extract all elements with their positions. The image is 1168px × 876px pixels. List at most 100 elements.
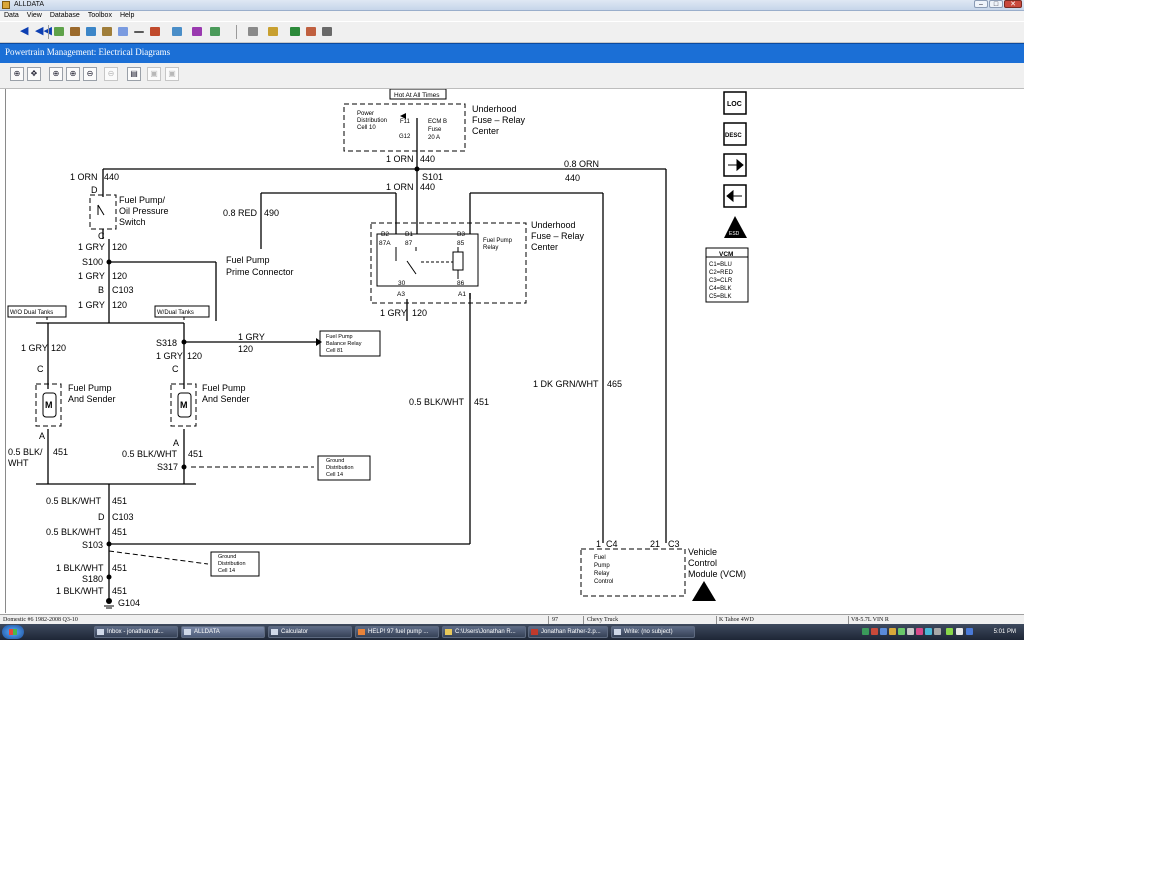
svg-text:C103: C103	[112, 285, 134, 295]
svg-text:S103: S103	[82, 540, 103, 550]
svg-text:ESD: ESD	[729, 231, 740, 237]
svg-text:1 BLK/WHT: 1 BLK/WHT	[56, 586, 104, 596]
tray-icon[interactable]	[880, 628, 887, 635]
zoom-region-icon: ⊕	[69, 69, 77, 78]
taskbar-item-firefox[interactable]: HELP! 97 fuel pump ...	[355, 626, 439, 638]
svg-text:Ground: Ground	[326, 458, 344, 464]
paste-button[interactable]: ▣	[165, 67, 179, 81]
svg-text:0.5 BLK/: 0.5 BLK/	[8, 447, 43, 457]
menu-data[interactable]: Data	[0, 11, 23, 21]
line-icon	[134, 31, 144, 33]
save-button[interactable]	[266, 24, 280, 39]
tools-icon	[102, 27, 112, 36]
tray-icon[interactable]	[934, 628, 941, 635]
estimate-button[interactable]	[208, 24, 222, 39]
close-button[interactable]: ✕	[1004, 0, 1022, 8]
svg-text:Cell 14: Cell 14	[218, 568, 235, 574]
svg-text:B2: B2	[381, 231, 389, 238]
zoom-disabled-button[interactable]: ⊖	[104, 67, 118, 81]
menu-database[interactable]: Database	[46, 11, 84, 21]
tray-icon[interactable]	[898, 628, 905, 635]
notes-button[interactable]	[84, 24, 98, 39]
volume-icon[interactable]	[956, 628, 963, 635]
svg-text:Power: Power	[357, 111, 374, 117]
svg-text:1 ORN: 1 ORN	[386, 182, 414, 192]
taskbar-item-explorer[interactable]: C:\Users\Jonathan R...	[442, 626, 526, 638]
next-page-button[interactable]	[723, 153, 747, 177]
menu-view[interactable]: View	[23, 11, 46, 21]
svg-text:Fuel Pump/: Fuel Pump/	[119, 195, 166, 205]
pan-button[interactable]: ✥	[27, 67, 41, 81]
alldata-icon	[184, 629, 191, 635]
paste-icon: ▣	[168, 69, 176, 78]
zoom-window-button[interactable]: ⊕	[49, 67, 63, 81]
svg-text:440: 440	[420, 154, 435, 164]
zoom-out-button[interactable]: ⊖	[83, 67, 97, 81]
zoom-region-button[interactable]: ⊕	[66, 67, 80, 81]
tray-icon[interactable]	[907, 628, 914, 635]
minimize-button[interactable]: –	[974, 0, 988, 8]
svg-text:Pump: Pump	[594, 563, 610, 569]
svg-text:1 GRY: 1 GRY	[78, 242, 105, 252]
line-button[interactable]	[132, 24, 146, 39]
book-button[interactable]	[148, 24, 162, 39]
copy-button[interactable]: ▣	[147, 67, 161, 81]
svg-text:S100: S100	[82, 257, 103, 267]
svg-text:120: 120	[112, 271, 127, 281]
network-icon[interactable]	[946, 628, 953, 635]
start-button[interactable]	[2, 625, 24, 639]
svg-text:1 GRY: 1 GRY	[380, 308, 407, 318]
tray-icon[interactable]	[925, 628, 932, 635]
diagram-viewport[interactable]: Hot At All Times Power Distribution Cell…	[5, 89, 1024, 613]
tray-icon[interactable]	[871, 628, 878, 635]
bluetooth-icon[interactable]	[966, 628, 973, 635]
tray-icon[interactable]	[889, 628, 896, 635]
svg-text:Control: Control	[594, 579, 613, 585]
save-icon	[268, 27, 278, 36]
loc-button[interactable]: LOC	[723, 91, 747, 115]
print-button[interactable]	[246, 24, 260, 39]
section-title: Powertrain Management: Electrical Diagra…	[5, 47, 171, 57]
svg-text:And Sender: And Sender	[202, 394, 250, 404]
previous-page-button[interactable]	[723, 184, 747, 208]
database-button[interactable]	[190, 24, 204, 39]
search-button[interactable]	[68, 24, 82, 39]
system-clock[interactable]: 5:01 PM	[994, 624, 1016, 640]
maximize-button[interactable]: □	[989, 0, 1003, 8]
back-button[interactable]: ◀	[18, 24, 32, 39]
refresh-icon	[54, 27, 64, 36]
taskbar-item-alldata[interactable]: ALLDATA	[181, 626, 265, 638]
tools-button[interactable]	[100, 24, 114, 39]
help-button[interactable]	[288, 24, 302, 39]
find-button[interactable]	[304, 24, 318, 39]
first-button[interactable]: ◀◀	[33, 24, 52, 39]
svg-text:120: 120	[112, 242, 127, 252]
svg-text:490: 490	[264, 208, 279, 218]
taskbar-item-write[interactable]: Write: (no subject)	[611, 626, 695, 638]
menu-help[interactable]: Help	[116, 11, 138, 21]
print-diagram-button[interactable]: ▤	[127, 67, 141, 81]
tray-icon[interactable]	[916, 628, 923, 635]
refresh-button[interactable]	[52, 24, 66, 39]
svg-text:451: 451	[112, 563, 127, 573]
check-button[interactable]	[170, 24, 184, 39]
tsb-button[interactable]	[116, 24, 130, 39]
esd-button[interactable]: ESD	[724, 216, 747, 238]
desc-button[interactable]: DESC	[723, 122, 747, 146]
svg-text:Distribution: Distribution	[218, 561, 246, 567]
svg-text:C: C	[172, 364, 179, 374]
print-preview-button[interactable]	[320, 24, 334, 39]
firefox-icon	[358, 629, 365, 635]
double-back-arrow-icon: ◀◀	[35, 25, 52, 37]
database-icon	[192, 27, 202, 36]
taskbar-item-calculator[interactable]: Calculator	[268, 626, 352, 638]
svg-text:Control: Control	[688, 558, 717, 568]
taskbar-item-inbox[interactable]: Inbox - jonathan.rat...	[94, 626, 178, 638]
tray-icon[interactable]	[862, 628, 869, 635]
svg-text:Underhood: Underhood	[472, 104, 517, 114]
taskbar-item-pdf[interactable]: Jonathan Rather-2.p...	[528, 626, 608, 638]
zoom-in-button[interactable]: ⊕	[10, 67, 24, 81]
menu-toolbox[interactable]: Toolbox	[84, 11, 116, 21]
svg-text:WHT: WHT	[8, 458, 29, 468]
status-divider	[716, 616, 717, 624]
